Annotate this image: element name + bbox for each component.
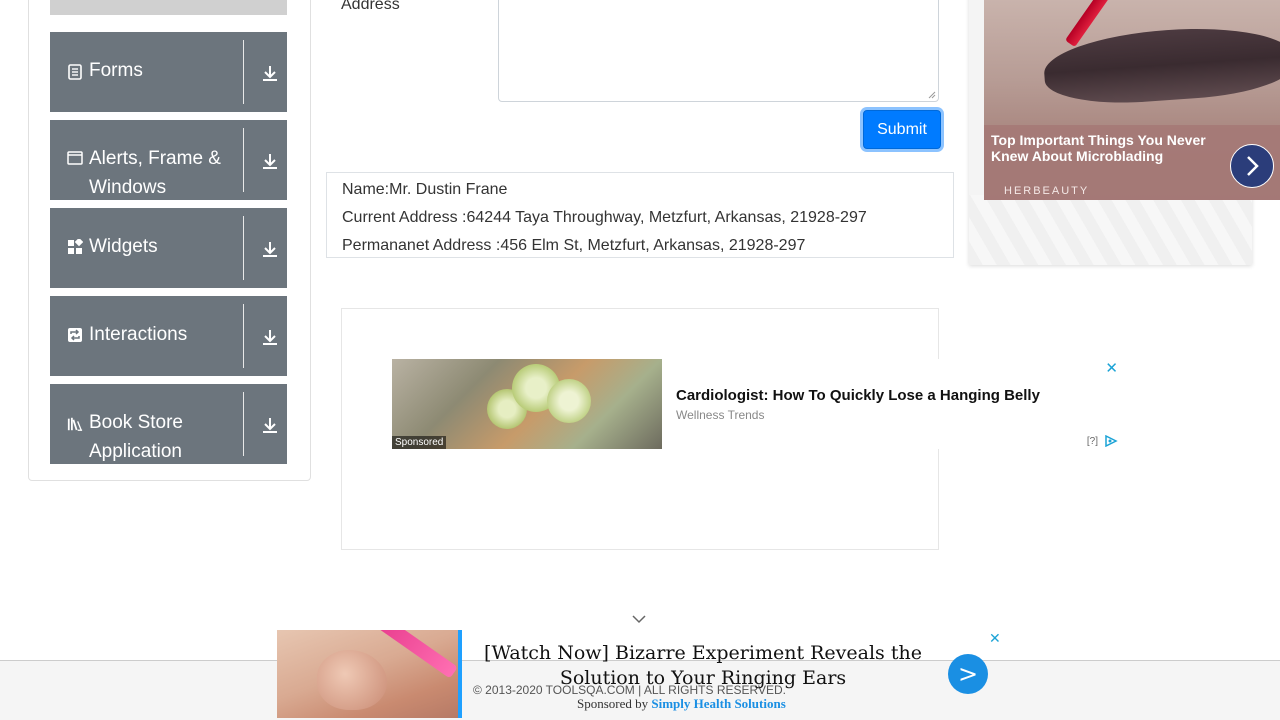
sidebar-collapsed-panel	[50, 0, 287, 15]
interactions-icon	[67, 327, 83, 343]
output-current-address: Current Address :64244 Taya Throughway, …	[342, 209, 867, 226]
divider	[243, 216, 244, 280]
download-icon[interactable]	[261, 240, 279, 258]
ad-sponsored-label: Sponsored	[392, 436, 447, 449]
download-icon[interactable]	[261, 416, 279, 434]
sidebar-group-label: Book Store Application	[89, 412, 183, 462]
close-icon[interactable]: ✕	[989, 630, 1001, 647]
widgets-icon	[67, 239, 83, 255]
window-icon	[67, 150, 83, 166]
divider	[243, 40, 244, 104]
sidebar-group-label: Alerts, Frame & Windows	[89, 148, 221, 198]
right-ad-headline[interactable]: Top Important Things You Never Knew Abou…	[991, 132, 1221, 164]
bottom-ad-sponsor: Sponsored by Simply Health Solutions	[577, 696, 786, 712]
bottom-sticky-ad[interactable]: [Watch Now] Bizarre Experiment Reveals t…	[277, 630, 1003, 720]
submit-button[interactable]: Submit	[863, 110, 941, 149]
download-icon[interactable]	[261, 328, 279, 346]
books-icon	[67, 416, 83, 432]
sidebar-group-forms[interactable]: Forms	[50, 32, 287, 112]
sidebar-group-label: Widgets	[89, 236, 158, 257]
right-ad-brand: HERBEAUTY	[1004, 185, 1090, 197]
ad-help-link[interactable]: [?]	[1087, 436, 1098, 447]
go-arrow-button[interactable]: >	[948, 654, 988, 694]
output-panel: Name:Mr. Dustin Frane Current Address :6…	[326, 172, 954, 258]
ad-accent-bar	[458, 630, 462, 718]
sidebar-group-interactions[interactable]: Interactions	[50, 296, 287, 376]
sidebar-group-book-store[interactable]: Book Store Application	[50, 384, 287, 464]
download-icon[interactable]	[261, 152, 279, 170]
ad-source: Wellness Trends	[676, 408, 765, 422]
sidebar-group-alerts[interactable]: Alerts, Frame & Windows	[50, 120, 287, 200]
native-ad[interactable]: Sponsored Cardiologist: How To Quickly L…	[392, 359, 1120, 449]
bottom-ad-image[interactable]	[277, 630, 458, 718]
resize-grip-icon[interactable]	[928, 91, 936, 99]
adchoices-icon[interactable]	[1104, 435, 1118, 447]
output-permanent-address: Permananet Address :456 Elm St, Metzfurt…	[342, 237, 806, 254]
output-name: Name:Mr. Dustin Frane	[342, 181, 508, 198]
download-icon[interactable]	[261, 64, 279, 82]
sponsor-link[interactable]: Simply Health Solutions	[651, 696, 785, 711]
next-arrow-icon[interactable]	[1230, 144, 1274, 188]
permanent-address-textarea[interactable]	[498, 0, 939, 102]
divider	[243, 304, 244, 368]
sponsor-prefix: Sponsored by	[577, 696, 652, 711]
close-icon[interactable]: ✕	[1105, 359, 1118, 377]
form-icon	[67, 64, 83, 80]
ad-headline[interactable]: Cardiologist: How To Quickly Lose a Hang…	[676, 387, 1040, 404]
sidebar-group-label: Interactions	[89, 324, 188, 345]
divider	[243, 128, 244, 192]
ad-image[interactable]: Sponsored	[392, 359, 662, 449]
divider	[243, 392, 244, 456]
sidebar-group-widgets[interactable]: Widgets	[50, 208, 287, 288]
bottom-ad-headline[interactable]: [Watch Now] Bizarre Experiment Reveals t…	[472, 641, 934, 691]
sidebar-group-label: Forms	[89, 60, 143, 81]
chevron-down-icon[interactable]	[631, 614, 647, 624]
permanent-address-label: Address	[341, 0, 400, 13]
